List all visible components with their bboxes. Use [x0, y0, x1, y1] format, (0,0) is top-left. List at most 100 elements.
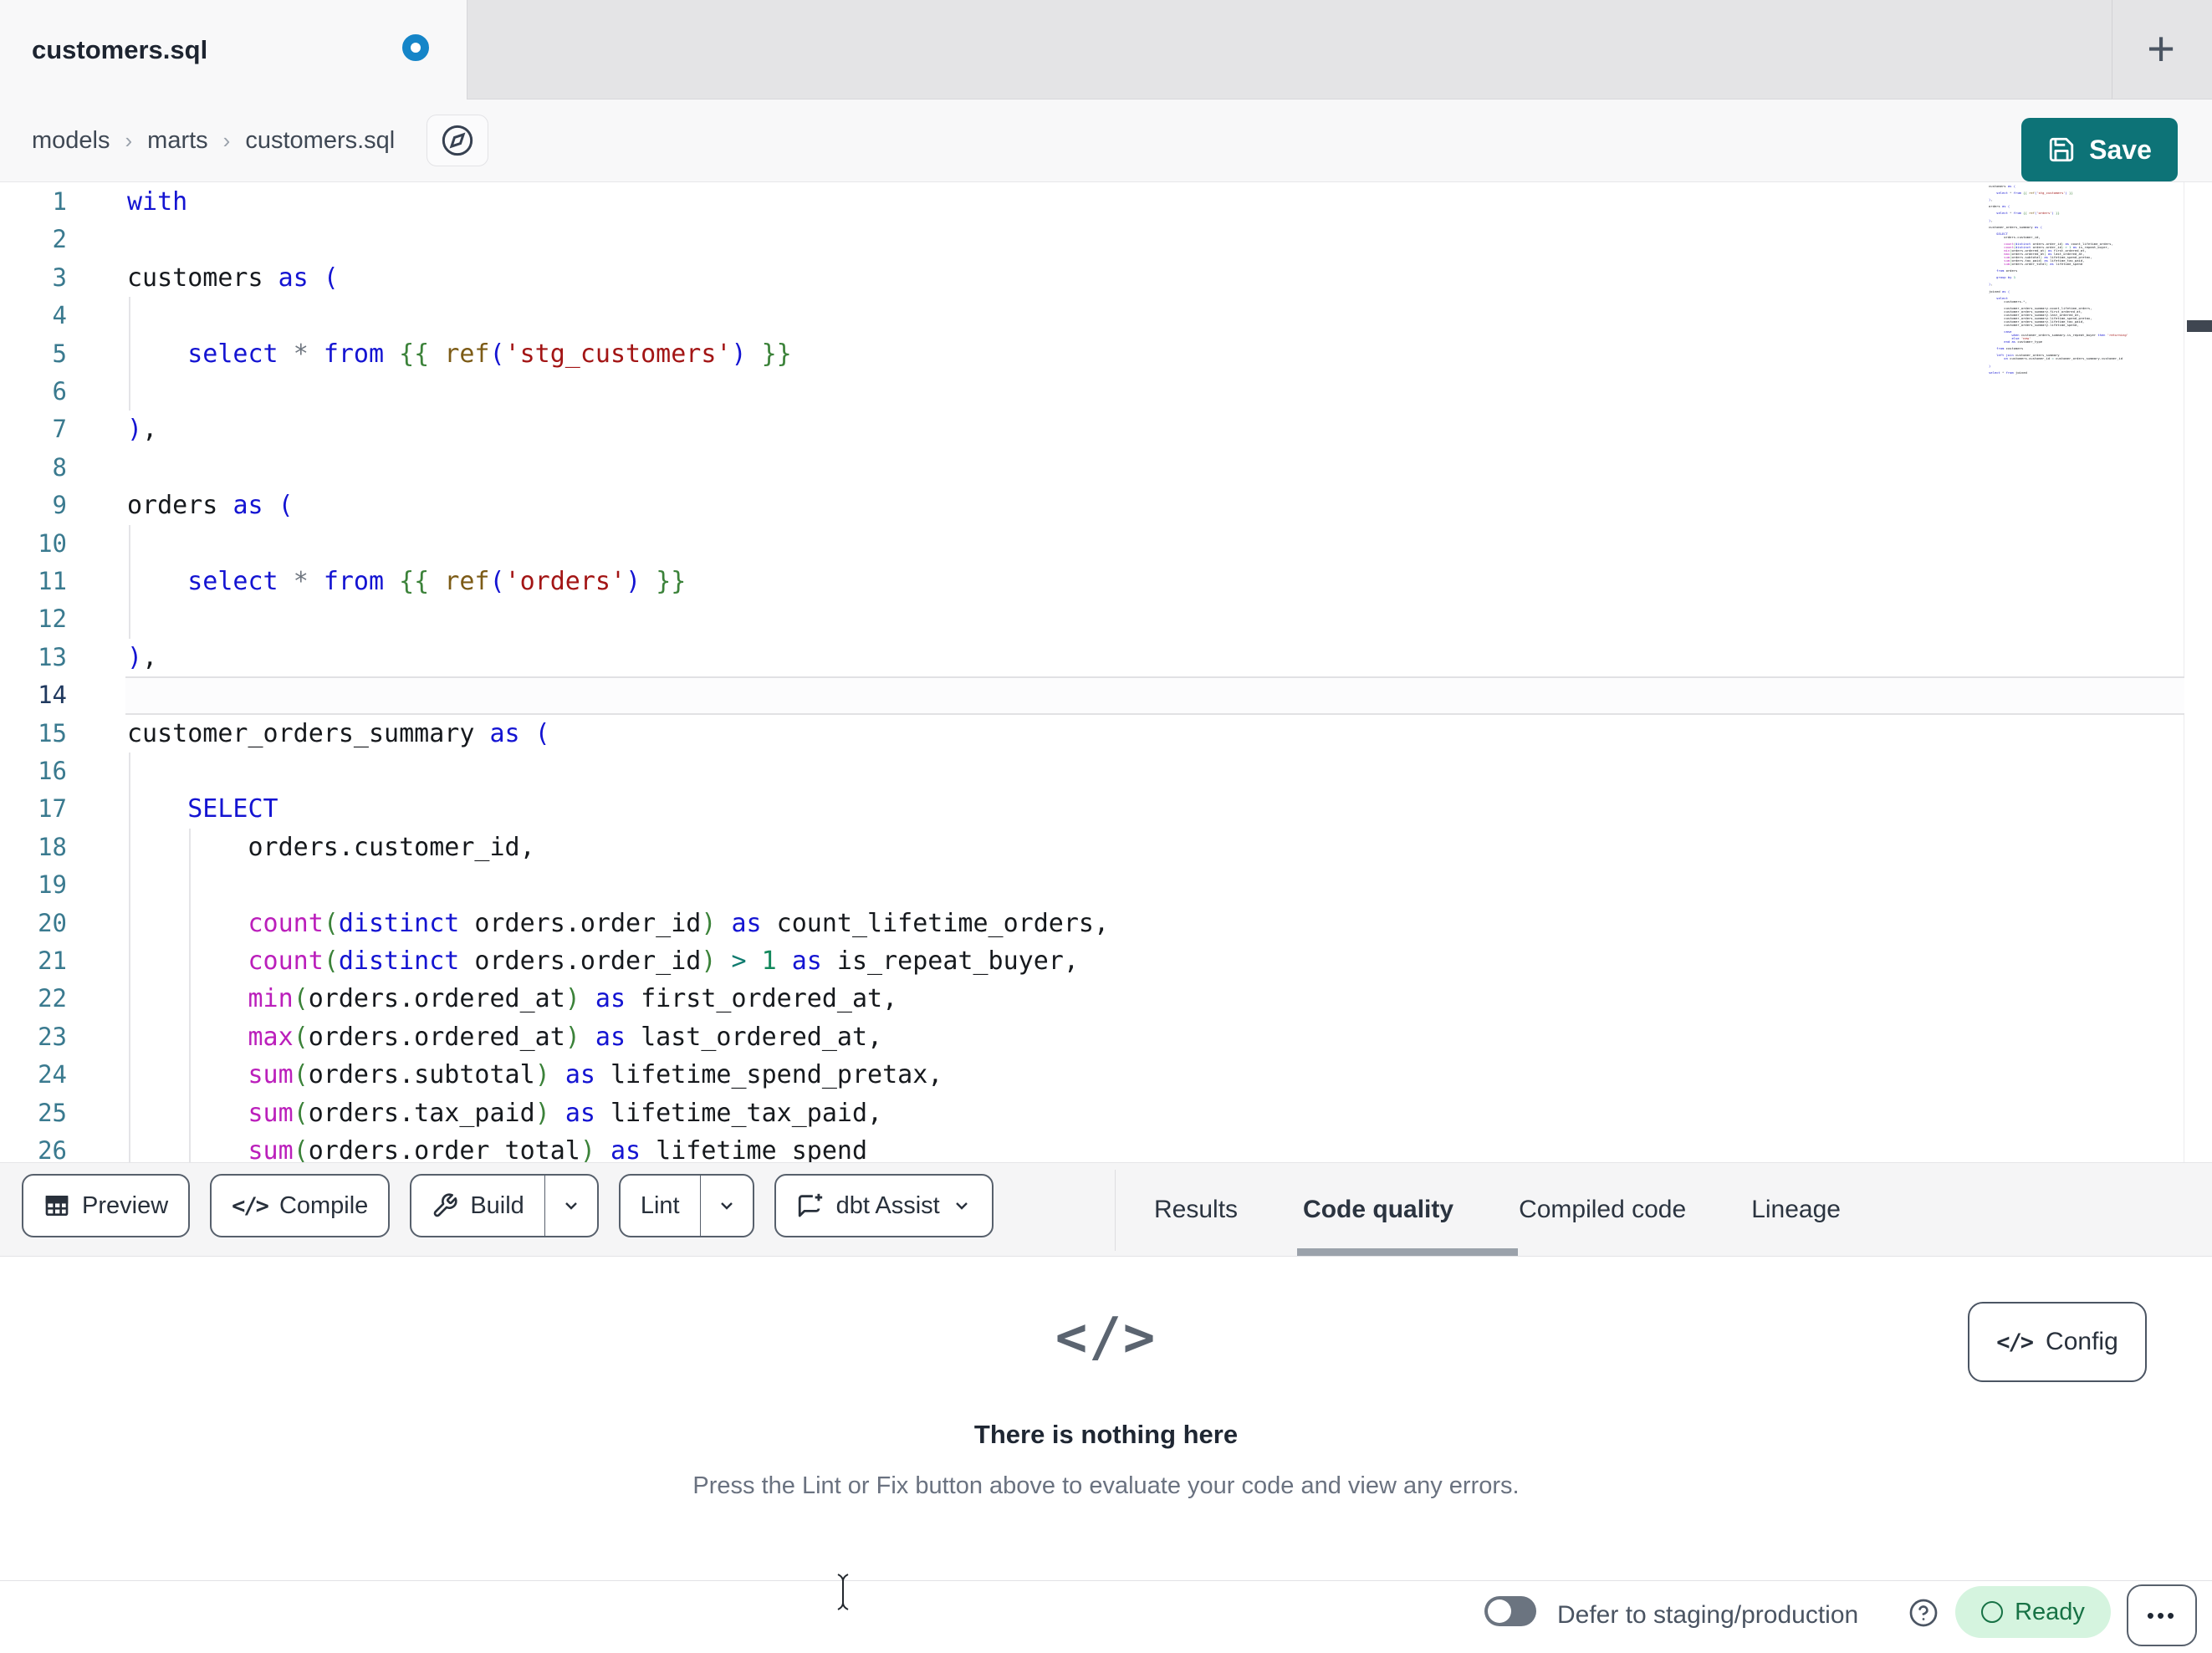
line-number[interactable]: 19	[0, 866, 67, 904]
code-line[interactable]: 20 count(distinct orders.order_id) as co…	[0, 905, 2184, 942]
chevron-down-icon	[717, 1196, 737, 1216]
code-line[interactable]: 25 sum(orders.tax_paid) as lifetime_tax_…	[0, 1094, 2184, 1132]
tab-code-quality[interactable]: Code quality	[1303, 1196, 1453, 1224]
line-number[interactable]: 24	[0, 1056, 67, 1094]
tab-results[interactable]: Results	[1154, 1196, 1238, 1224]
line-number[interactable]: 2	[0, 221, 67, 258]
lint-button[interactable]: Lint	[618, 1174, 754, 1237]
line-number[interactable]: 7	[0, 411, 67, 448]
result-tabs: Results Code quality Compiled code Linea…	[1154, 1163, 1841, 1256]
code-line[interactable]: 9 orders as (	[0, 487, 2184, 524]
line-number[interactable]: 18	[0, 829, 67, 866]
code-line[interactable]: 2	[0, 221, 2184, 258]
breadcrumb-separator-icon: ›	[222, 127, 231, 153]
build-dropdown-button[interactable]	[545, 1176, 597, 1236]
editor-actions: Preview </> Compile Build Lint dbt Assis…	[22, 1174, 994, 1237]
code-line[interactable]: 12	[0, 600, 2184, 638]
breadcrumb-item-models[interactable]: models	[32, 127, 110, 155]
code-line[interactable]: 5 select * from {{ ref('stg_customers') …	[0, 335, 2184, 373]
code-line[interactable]: 10	[0, 525, 2184, 563]
code-brackets-icon: </>	[232, 1192, 269, 1219]
tab-bar: + customers.sql	[0, 0, 2212, 99]
breadcrumb-item-marts[interactable]: marts	[147, 127, 208, 155]
code-line[interactable]: 18 orders.customer_id,	[0, 829, 2184, 866]
line-number[interactable]: 22	[0, 980, 67, 1018]
line-number[interactable]: 12	[0, 600, 67, 638]
tab-lineage[interactable]: Lineage	[1751, 1196, 1841, 1224]
ready-circle-icon	[1981, 1601, 2004, 1623]
line-number[interactable]: 3	[0, 259, 67, 297]
line-number[interactable]: 13	[0, 639, 67, 676]
help-icon[interactable]	[1908, 1598, 1939, 1628]
lint-dropdown-button[interactable]	[701, 1176, 753, 1236]
tab-compiled-code[interactable]: Compiled code	[1519, 1196, 1686, 1224]
line-number[interactable]: 14	[0, 676, 67, 714]
code-line[interactable]: 16	[0, 753, 2184, 790]
code-line[interactable]: 7),	[0, 411, 2184, 448]
chat-plus-icon	[796, 1191, 825, 1220]
new-tab-button[interactable]: +	[2121, 10, 2201, 89]
code-line[interactable]: 15 customer_orders_summary as (	[0, 715, 2184, 753]
compass-button[interactable]	[427, 115, 489, 166]
breadcrumb-bar: models › marts › customers.sql Save	[0, 99, 2212, 182]
line-number[interactable]: 5	[0, 335, 67, 373]
code-line[interactable]: 8	[0, 449, 2184, 487]
code-line[interactable]: 21 count(distinct orders.order_id) > 1 a…	[0, 942, 2184, 980]
breadcrumb-item-file[interactable]: customers.sql	[245, 127, 395, 155]
line-number[interactable]: 26	[0, 1132, 67, 1162]
editor-scroll-marker[interactable]	[2187, 320, 2212, 332]
defer-label: Defer to staging/production	[1557, 1601, 1859, 1629]
more-menu-button[interactable]: •••	[2127, 1584, 2197, 1646]
code-line[interactable]: 3 customers as (	[0, 259, 2184, 297]
code-line[interactable]: 11 select * from {{ ref('orders') }}	[0, 563, 2184, 600]
table-grid-icon	[43, 1192, 70, 1219]
save-button[interactable]: Save	[2021, 118, 2178, 181]
code-line[interactable]: 26 sum(orders.order_total) as lifetime_s…	[0, 1132, 2184, 1162]
compass-icon	[441, 124, 474, 157]
line-number[interactable]: 20	[0, 905, 67, 942]
code-brackets-icon: </>	[1055, 1307, 1157, 1369]
line-number[interactable]: 17	[0, 790, 67, 828]
breadcrumb: models › marts › customers.sql	[32, 99, 489, 181]
preview-button[interactable]: Preview	[22, 1174, 191, 1237]
active-tab-indicator	[1297, 1248, 1518, 1256]
save-icon	[2047, 135, 2076, 164]
build-button[interactable]: Build	[410, 1174, 599, 1237]
line-number[interactable]: 23	[0, 1018, 67, 1056]
chevron-down-icon	[952, 1196, 972, 1216]
line-number[interactable]: 1	[0, 183, 67, 221]
code-line[interactable]: 22 min(orders.ordered_at) as first_order…	[0, 980, 2184, 1018]
compile-button[interactable]: </> Compile	[210, 1174, 391, 1237]
code-line[interactable]: 24 sum(orders.subtotal) as lifetime_spen…	[0, 1056, 2184, 1094]
band-divider	[1115, 1170, 1116, 1251]
code-line[interactable]: 4	[0, 297, 2184, 334]
code-line[interactable]: 1 with	[0, 183, 2184, 221]
line-number[interactable]: 11	[0, 563, 67, 600]
line-number[interactable]: 21	[0, 942, 67, 980]
code-editor[interactable]: 1 with 2 3 customers as (4 5 select * from {{…	[0, 182, 2212, 1162]
wrench-icon	[432, 1192, 458, 1219]
line-number[interactable]: 16	[0, 753, 67, 790]
action-bar: Preview </> Compile Build Lint dbt Assis…	[0, 1162, 2212, 1257]
line-number[interactable]: 6	[0, 373, 67, 411]
line-number[interactable]: 9	[0, 487, 67, 524]
dbt-ide-root: + customers.sql models › marts › custome…	[0, 0, 2212, 1653]
line-number[interactable]: 4	[0, 297, 67, 334]
dbt-assist-button[interactable]: dbt Assist	[774, 1174, 994, 1237]
line-number[interactable]: 10	[0, 525, 67, 563]
line-number[interactable]: 8	[0, 449, 67, 487]
line-number[interactable]: 15	[0, 715, 67, 753]
status-badge: Ready	[1955, 1586, 2111, 1638]
defer-toggle[interactable]	[1484, 1596, 1536, 1626]
config-button[interactable]: </> Config	[1968, 1302, 2147, 1382]
code-line[interactable]: 19	[0, 866, 2184, 904]
tab-customers-sql[interactable]: customers.sql	[0, 0, 467, 99]
code-line[interactable]: 6	[0, 373, 2184, 411]
status-bar: Defer to staging/production Ready •••	[0, 1574, 2212, 1653]
code-line[interactable]: 17 SELECT	[0, 790, 2184, 828]
line-number[interactable]: 25	[0, 1094, 67, 1132]
code-line[interactable]: 14	[0, 676, 2184, 714]
code-line[interactable]: 13),	[0, 639, 2184, 676]
code-brackets-icon: </>	[1996, 1329, 2034, 1355]
code-line[interactable]: 23 max(orders.ordered_at) as last_ordere…	[0, 1018, 2184, 1056]
